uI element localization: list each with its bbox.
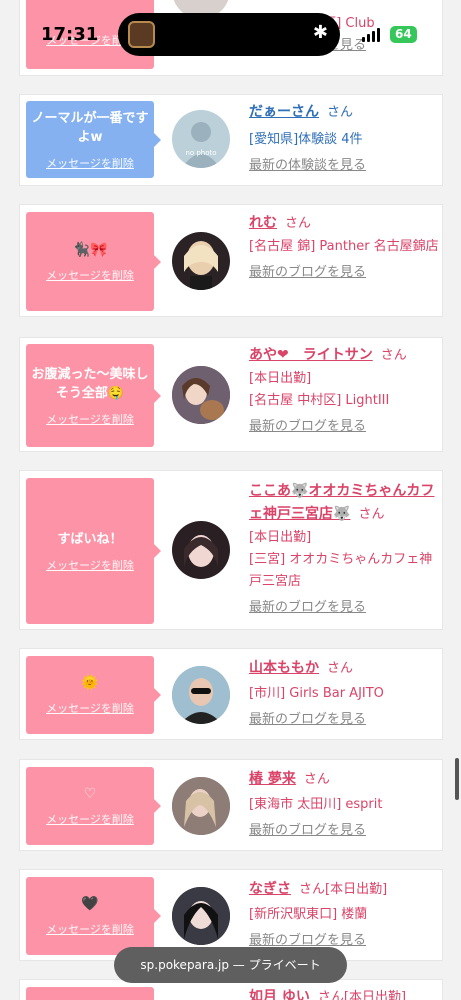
work-status: [本日出勤]: [249, 371, 312, 386]
message-text: ノーマルが一番ですよw: [31, 110, 149, 145]
status-bar: 17:31 ✱ 64: [0, 0, 461, 56]
message-card: 🌞 メッセージを削除 山本ももか さん [市川] Girls Bar AJITO …: [19, 648, 443, 740]
avatar[interactable]: [172, 232, 230, 290]
message-text: すばいね！: [57, 531, 123, 547]
now-playing-app-icon[interactable]: [128, 21, 155, 48]
message-bubble: [26, 987, 154, 1000]
user-name-link[interactable]: だぁーさん: [249, 104, 319, 120]
avatar[interactable]: [172, 666, 230, 724]
message-card: 🐈‍⬛🎀 メッセージを削除 れむ さん [名古屋 錦] Panther 名古屋錦店…: [19, 204, 443, 317]
battery-icon: 64: [390, 26, 417, 43]
view-latest-link[interactable]: 最新のブログを見る: [249, 709, 439, 731]
svg-text:no photo: no photo: [185, 149, 216, 157]
message-bubble: 🌞 メッセージを削除: [26, 656, 161, 734]
message-card: ノーマルが一番ですよw メッセージを削除 no photo だぁーさん さん [愛…: [19, 94, 443, 186]
dynamic-island[interactable]: ✱: [118, 13, 340, 56]
delete-message-link[interactable]: メッセージを削除: [46, 155, 134, 171]
view-latest-link[interactable]: 最新の体験談を見る: [249, 155, 439, 177]
honorific: さん: [327, 661, 354, 676]
work-status: [本日出勤]: [249, 530, 312, 545]
shop-line: [愛知県]体験談 4件: [249, 132, 363, 147]
message-bubble: すばいね！ メッセージを削除: [26, 478, 161, 624]
view-latest-link[interactable]: 最新のブログを見る: [249, 597, 439, 619]
bluetooth-icon: ✱: [312, 22, 328, 43]
message-bubble: お腹減った〜美味しそう全部🤤 メッセージを削除: [26, 344, 161, 447]
avatar[interactable]: [172, 887, 230, 945]
message-text: お腹減った〜美味しそう全部🤤: [31, 366, 149, 401]
view-latest-link[interactable]: 最新のブログを見る: [249, 416, 439, 438]
shop-line: [市川] Girls Bar AJITO: [249, 686, 384, 701]
view-latest-link[interactable]: 最新のブログを見る: [249, 820, 439, 842]
shop-line: [新所沢駅東口] 楼蘭: [249, 907, 368, 922]
delete-message-link[interactable]: メッセージを削除: [46, 267, 134, 283]
honorific: さん[本日出勤]: [299, 882, 388, 897]
honorific: さん: [327, 105, 354, 120]
message-card: お腹減った〜美味しそう全部🤤 メッセージを削除 あや❤︎ ライトサン さん [本日…: [19, 337, 443, 452]
shop-line: [東海市 太田川] esprit: [249, 797, 383, 812]
message-text: ♡: [83, 786, 97, 802]
avatar[interactable]: [172, 521, 230, 579]
user-name-link[interactable]: 山本ももか: [249, 660, 319, 676]
delete-message-link[interactable]: メッセージを削除: [46, 921, 134, 937]
scrollbar[interactable]: [455, 758, 459, 800]
avatar[interactable]: no photo: [172, 110, 230, 168]
browser-url-bar[interactable]: sp.pokepara.jp — プライベート: [114, 947, 347, 983]
delete-message-link[interactable]: メッセージを削除: [46, 700, 134, 716]
honorific: さん: [358, 507, 385, 522]
message-text: 🐈‍⬛🎀: [72, 241, 108, 258]
message-card: すばいね！ メッセージを削除 ここあ🐺オオカミちゃんカフェ神戸三宮店🐺 さん [本…: [19, 470, 443, 630]
honorific: さん: [303, 772, 330, 787]
message-text: 🖤: [81, 896, 99, 912]
user-name-link[interactable]: 椿 夢来: [249, 771, 296, 787]
message-bubble: 🐈‍⬛🎀 メッセージを削除: [26, 212, 161, 311]
message-bubble: 🖤 メッセージを削除: [26, 877, 161, 955]
delete-message-link[interactable]: メッセージを削除: [46, 811, 134, 827]
honorific: さん: [380, 348, 407, 363]
shop-line: [名古屋 中村区] LightIII: [249, 393, 390, 408]
battery-level: 64: [395, 27, 412, 41]
message-bubble: ノーマルが一番ですよw メッセージを削除: [26, 101, 161, 178]
message-text: 🌞: [81, 675, 99, 691]
message-card: ♡ メッセージを削除 椿 夢来 さん [東海市 太田川] esprit 最新のブロ…: [19, 759, 443, 851]
user-name-link[interactable]: なぎさ: [249, 881, 291, 897]
avatar[interactable]: [172, 777, 230, 835]
honorific: さん[本日出勤]: [317, 990, 407, 1000]
user-name-link[interactable]: あや❤︎ ライトサン: [249, 347, 373, 363]
honorific: さん: [285, 216, 312, 231]
user-name-link[interactable]: ここあ🐺オオカミちゃんカフェ神戸三宮店🐺: [249, 483, 434, 522]
delete-message-link[interactable]: メッセージを削除: [46, 411, 134, 427]
shop-line: [名古屋 錦] Panther 名古屋錦店: [249, 239, 439, 254]
message-bubble: ♡ メッセージを削除: [26, 767, 161, 845]
delete-message-link[interactable]: メッセージを削除: [46, 557, 134, 573]
view-latest-link[interactable]: 最新のブログを見る: [249, 262, 439, 284]
clock: 17:31: [41, 24, 99, 45]
cellular-signal-icon: [362, 28, 380, 42]
user-name-link[interactable]: 如月 ゆい: [249, 989, 310, 1000]
shop-line: [三宮] オオカミちゃんカフェ神戸三宮店: [249, 552, 433, 589]
avatar[interactable]: [172, 366, 230, 424]
user-name-link[interactable]: れむ: [249, 215, 277, 231]
